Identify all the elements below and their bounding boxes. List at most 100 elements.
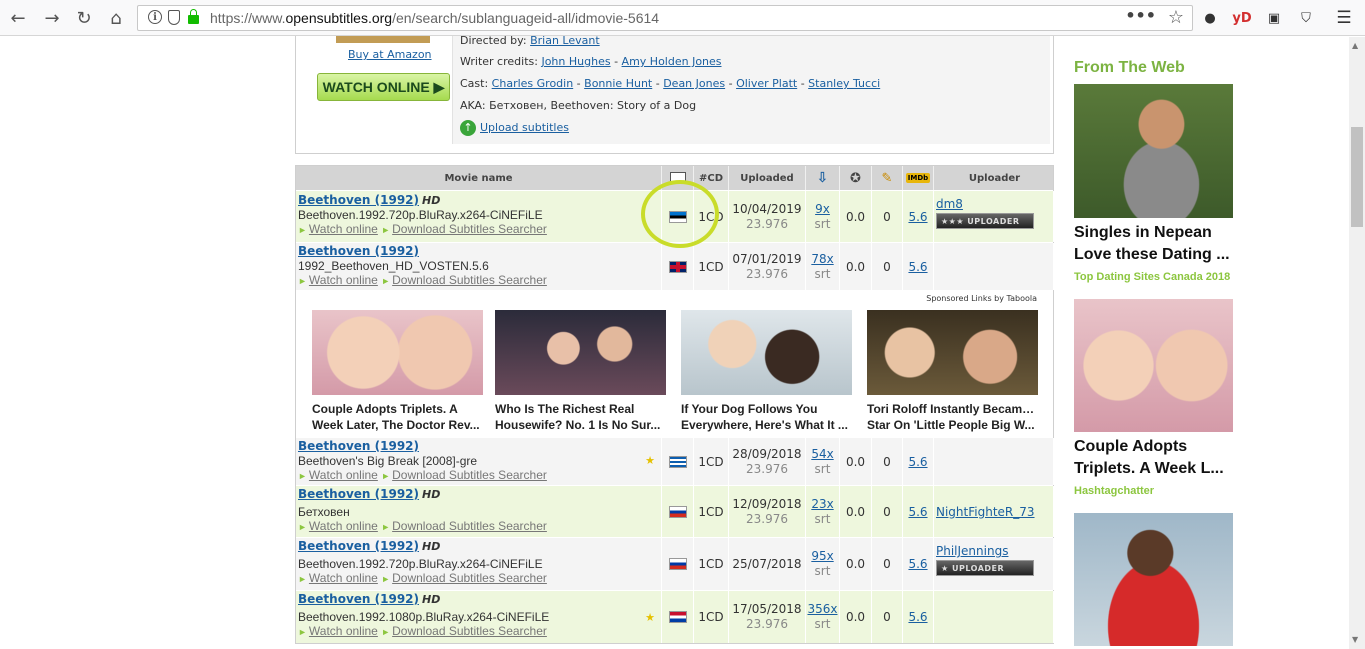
download-count-link[interactable]: 78x (811, 252, 833, 267)
ad-card[interactable]: Who Is The Richest Real Housewife? No. 1… (495, 310, 666, 433)
ad-title-line[interactable]: Tori Roloff Instantly Became A (867, 401, 1038, 417)
url-text[interactable]: https://www.opensubtitles.org/en/search/… (210, 10, 659, 26)
director-link[interactable]: Brian Levant (530, 34, 600, 47)
download-count-link[interactable]: 356x (807, 602, 837, 617)
ublock-icon[interactable]: ⛉ (1296, 8, 1316, 28)
table-row[interactable]: Beethoven (1992) HD Beethoven.1992.720p.B… (296, 537, 1054, 590)
cast-link[interactable]: Bonnie Hunt (584, 77, 652, 90)
imdb-rating-link[interactable]: 5.6 (908, 505, 927, 519)
watch-online-button[interactable]: WATCH ONLINE ▶ (317, 73, 450, 101)
movie-title-link[interactable]: Beethoven (1992) (298, 592, 419, 606)
page-scrollbar[interactable]: ▲ ▼ (1349, 37, 1365, 649)
ad-title-line[interactable]: If Your Dog Follows You (681, 401, 852, 417)
buy-at-amazon-link[interactable]: Buy at Amazon (348, 48, 432, 61)
ad-card[interactable]: If Your Dog Follows You Everywhere, Here… (681, 310, 852, 433)
download-count-link[interactable]: 95x (811, 549, 833, 564)
watch-online-link[interactable]: Watch online (309, 222, 378, 236)
sidebar-ad-title[interactable]: Couple Adopts (1074, 436, 1234, 458)
ad-title-line[interactable]: Star On 'Little People Big W... (867, 417, 1038, 433)
header-imdb-icon[interactable]: IMDb (903, 166, 934, 190)
ad-image[interactable] (495, 310, 666, 395)
header-movie-name[interactable]: Movie name (296, 166, 662, 190)
ad-title-line[interactable]: Who Is The Richest Real (495, 401, 666, 417)
info-icon[interactable]: i (148, 10, 162, 24)
address-bar[interactable]: i https://www.opensubtitles.org/en/searc… (137, 5, 1193, 31)
sidebar-ad-title[interactable]: Triplets. A Week L... (1074, 458, 1234, 480)
sidebar-ad-source[interactable]: Hashtagchatter (1074, 485, 1154, 497)
movie-title-link[interactable]: Beethoven (1992) (298, 539, 419, 553)
ad-title-line[interactable]: Housewife? No. 1 Is No Sur... (495, 417, 666, 433)
download-count-link[interactable]: 9x (815, 202, 830, 217)
back-icon[interactable]: ← (6, 6, 30, 30)
ad-image[interactable] (867, 310, 1038, 395)
download-count-link[interactable]: 54x (811, 447, 833, 462)
header-rating-icon[interactable]: ✪ (840, 166, 872, 190)
watch-online-link[interactable]: Watch online (309, 519, 378, 533)
watch-online-link[interactable]: Watch online (309, 468, 378, 482)
sidebar-ad-image[interactable] (1074, 299, 1233, 432)
download-searcher-link[interactable]: Download Subtitles Searcher (392, 222, 547, 236)
dutch-flag-icon[interactable] (668, 611, 687, 623)
watch-online-link[interactable]: Watch online (309, 273, 378, 287)
header-uploaded[interactable]: Uploaded (729, 166, 806, 190)
sidebar-ad-image[interactable] (1074, 513, 1233, 646)
imdb-rating-link[interactable]: 5.6 (908, 260, 927, 274)
tracking-shield-icon[interactable] (168, 10, 180, 25)
reload-icon[interactable]: ↻ (72, 6, 96, 30)
cast-link[interactable]: Oliver Platt (736, 77, 797, 90)
watch-online-link[interactable]: Watch online (309, 624, 378, 638)
scroll-up-icon[interactable]: ▲ (1352, 41, 1358, 50)
download-searcher-link[interactable]: Download Subtitles Searcher (392, 571, 547, 585)
home-icon[interactable]: ⌂ (104, 6, 128, 30)
upload-icon[interactable]: ↑ (460, 120, 476, 136)
download-searcher-link[interactable]: Download Subtitles Searcher (392, 273, 547, 287)
header-comments-icon[interactable]: ✎ (872, 166, 903, 190)
movie-title-link[interactable]: Beethoven (1992) (298, 439, 419, 453)
sponsored-label[interactable]: Sponsored Links by Taboola (926, 294, 1037, 303)
ad-title-line[interactable]: Week Later, The Doctor Rev... (312, 417, 483, 433)
imdb-rating-link[interactable]: 5.6 (908, 610, 927, 624)
table-row[interactable]: Beethoven (1992) HD Бетховен ► Watch onlin… (296, 485, 1054, 537)
writer-link[interactable]: Amy Holden Jones (622, 55, 722, 68)
download-count-link[interactable]: 23x (811, 497, 833, 512)
greek-flag-icon[interactable] (668, 455, 687, 468)
imdb-rating-link[interactable]: 5.6 (908, 210, 927, 224)
russian-flag-icon[interactable] (668, 505, 687, 518)
uk-flag-icon[interactable] (668, 260, 687, 273)
ad-card[interactable]: Couple Adopts Triplets. A Week Later, Th… (312, 310, 483, 433)
cast-link[interactable]: Charles Grodin (492, 77, 574, 90)
menu-icon[interactable]: ☰ (1334, 8, 1354, 28)
uploader-link[interactable]: dm8 (936, 197, 963, 211)
download-searcher-link[interactable]: Download Subtitles Searcher (392, 519, 547, 533)
header-uploader[interactable]: Uploader (934, 166, 1055, 190)
download-searcher-link[interactable]: Download Subtitles Searcher (392, 624, 547, 638)
watch-online-link[interactable]: Watch online (309, 571, 378, 585)
movie-title-link[interactable]: Beethoven (1992) (298, 244, 419, 258)
table-row[interactable]: Beethoven (1992) Beethoven's Big Break [… (296, 437, 1054, 485)
imdb-rating-link[interactable]: 5.6 (908, 557, 927, 571)
ad-title-line[interactable]: Couple Adopts Triplets. A (312, 401, 483, 417)
ad-title-line[interactable]: Everywhere, Here's What It ... (681, 417, 852, 433)
ad-image[interactable] (681, 310, 852, 395)
bookmark-star-icon[interactable]: ☆ (1168, 7, 1184, 28)
extension-icon[interactable]: ● (1200, 8, 1220, 28)
download-searcher-link[interactable]: Download Subtitles Searcher (392, 468, 547, 482)
ad-card[interactable]: Tori Roloff Instantly Became A Star On '… (867, 310, 1038, 433)
ad-image[interactable] (312, 310, 483, 395)
table-row[interactable]: Beethoven (1992) 1992_Beethoven_HD_VOSTE… (296, 242, 1054, 290)
scroll-down-icon[interactable]: ▼ (1352, 635, 1358, 644)
movie-title-link[interactable]: Beethoven (1992) (298, 193, 419, 207)
sidebar-ad-title[interactable]: Singles in Nepean (1074, 222, 1234, 244)
sidebar-ad-source[interactable]: Top Dating Sites Canada 2018 (1074, 271, 1230, 283)
header-downloads-icon[interactable]: ⇩ (806, 166, 840, 190)
yd-extension-icon[interactable]: yD (1232, 8, 1252, 28)
sidebar-ad-image[interactable] (1074, 84, 1233, 218)
page-actions-icon[interactable]: ••• (1125, 6, 1156, 25)
uploader-link[interactable]: PhilJennings (936, 544, 1008, 558)
cast-link[interactable]: Dean Jones (663, 77, 725, 90)
upload-subtitles-link[interactable]: Upload subtitles (480, 121, 569, 134)
uploader-link[interactable]: NightFighteR_73 (936, 505, 1035, 519)
scrollbar-thumb[interactable] (1351, 127, 1363, 227)
extension-box-icon[interactable]: ▣ (1264, 8, 1284, 28)
forward-icon[interactable]: → (40, 6, 64, 30)
